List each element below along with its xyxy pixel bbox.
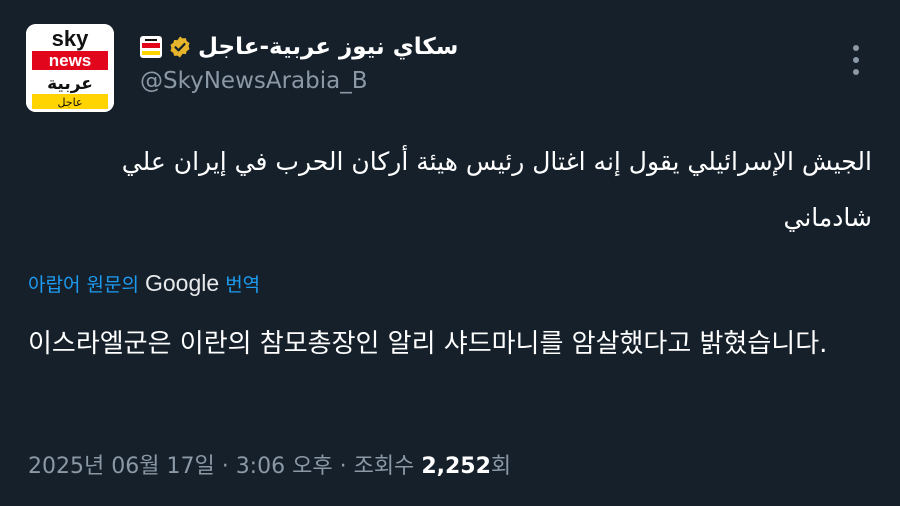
logo-text-sky: sky [52,26,89,51]
meta-separator: · [221,454,229,479]
translation-prefix: 아랍어 원문의 [28,274,139,296]
account-avatar[interactable]: sky news عربية عاجل [26,24,114,112]
display-name: سكاي نيوز عربية-عاجل [198,34,459,60]
meta-separator: · [339,454,347,479]
views-unit: 회 [490,454,512,479]
sky-news-arabia-logo: sky news عربية عاجل [26,24,114,112]
google-logo-text: Google [144,270,220,296]
logo-text-arabia: عربية [47,74,93,94]
tweet-time[interactable]: 3:06 오후 [236,454,333,479]
tweet-meta: 2025년 06월 17일 · 3:06 오후 · 조회수 2,252회 [28,448,511,480]
affiliate-badge-icon [140,36,162,58]
account-name-row[interactable]: سكاي نيوز عربية-عاجل [140,34,458,60]
logo-text-breaking: عاجل [57,96,82,109]
logo-text-news: news [49,51,92,70]
translation-attribution[interactable]: 아랍어 원문의 Google 번역 [28,270,260,297]
views-count: 2,252 [421,454,491,479]
account-handle[interactable]: @SkyNewsArabia_B [140,68,368,94]
tweet-text-original: الجيش الإسرائيلي يقول إنه اغتال رئيس هيئ… [121,147,872,232]
views-label: 조회수 [353,454,415,479]
tweet-text-translated: 이스라엘군은 이란의 참모총장인 알리 샤드마니를 암살했다고 밝혔습니다. [28,329,828,359]
translation-suffix: 번역 [225,274,261,296]
more-options-icon[interactable] [844,42,868,78]
tweet-date[interactable]: 2025년 06월 17일 [28,454,215,479]
verified-badge-icon [168,35,192,59]
